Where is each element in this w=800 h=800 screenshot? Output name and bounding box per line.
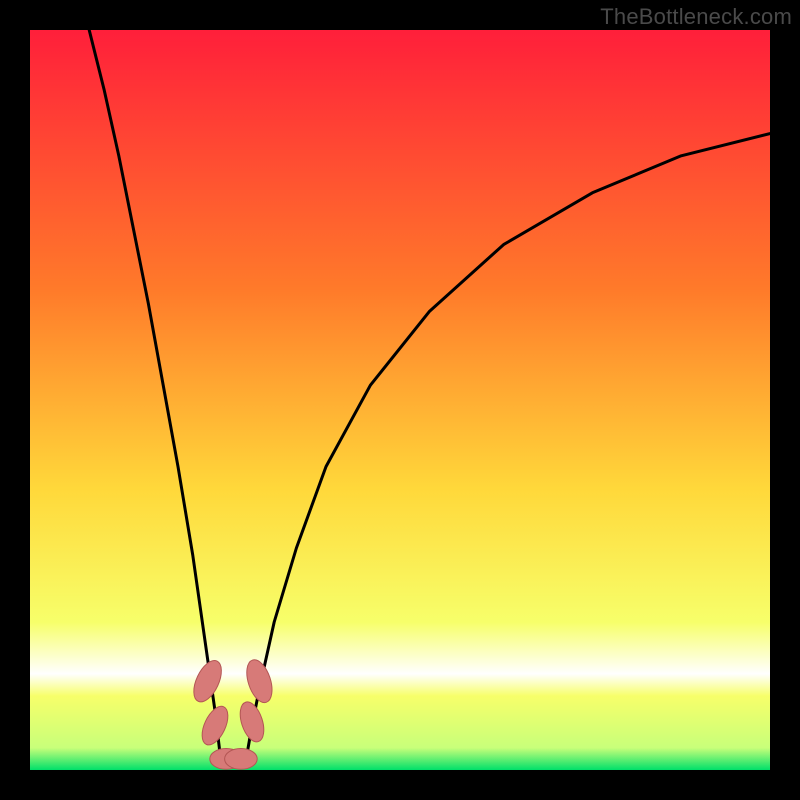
chart-svg	[30, 30, 770, 770]
valley-marker-3	[225, 749, 258, 770]
attribution-text: TheBottleneck.com	[600, 4, 792, 30]
gradient-background	[30, 30, 770, 770]
chart-frame: TheBottleneck.com	[0, 0, 800, 800]
plot-area	[30, 30, 770, 770]
